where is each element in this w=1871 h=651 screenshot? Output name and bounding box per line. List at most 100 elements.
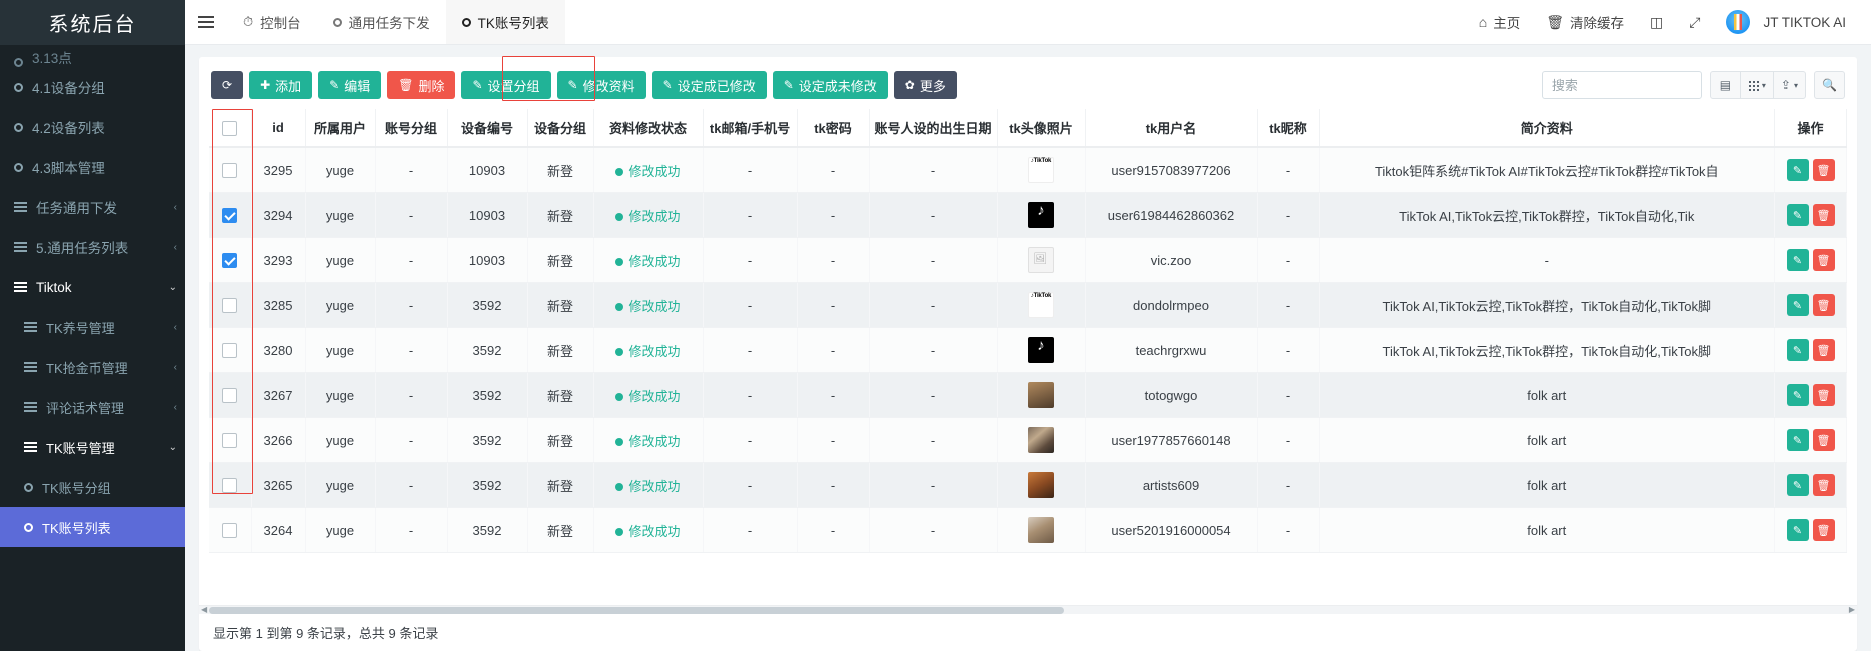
toolbar-button-0[interactable]: ✚ 添加 bbox=[249, 71, 313, 99]
row-edit-button[interactable]: ✎ bbox=[1786, 204, 1809, 226]
row-delete-button[interactable]: 🗑 bbox=[1812, 429, 1835, 451]
row-delete-button[interactable]: 🗑 bbox=[1812, 474, 1835, 496]
cell-device-group: 新登 bbox=[527, 372, 594, 418]
table-row[interactable]: 3293yuge-10903新登修改成功---vic.zoo--✎🗑 bbox=[209, 237, 1847, 283]
sidebar-item-10[interactable]: TK账号管理 ⌄ bbox=[0, 427, 185, 467]
select-all-header[interactable] bbox=[209, 109, 252, 148]
row-edit-button[interactable]: ✎ bbox=[1786, 519, 1809, 541]
row-select-cell[interactable] bbox=[209, 462, 252, 508]
sidebar-item-4[interactable]: 任务通用下发 ‹ bbox=[0, 187, 185, 227]
sidebar-item-label: TK账号分组 bbox=[42, 480, 111, 496]
sidebar-item-11[interactable]: TK账号分组 bbox=[0, 467, 185, 507]
tab-2[interactable]: TK账号列表 bbox=[445, 0, 565, 44]
row-delete-button[interactable]: 🗑 bbox=[1812, 339, 1835, 361]
row-select-cell[interactable] bbox=[209, 147, 252, 193]
table-row[interactable]: 3285 yuge -3592 新登 修改成功 - - - ♪TikTok dondolrmpeo… bbox=[209, 282, 1847, 328]
row-delete-button[interactable]: 🗑 bbox=[1812, 159, 1835, 181]
row-checkbox[interactable] bbox=[222, 523, 238, 539]
tk-avatar-image: ♪ bbox=[1028, 202, 1054, 228]
row-delete-button[interactable]: 🗑 bbox=[1812, 519, 1835, 541]
row-select-cell[interactable] bbox=[209, 237, 252, 283]
search-icon[interactable]: 🔍 bbox=[1814, 71, 1845, 99]
cell-bio: folk art bbox=[1319, 462, 1775, 508]
row-delete-button[interactable]: 🗑 bbox=[1812, 294, 1835, 316]
row-select-cell[interactable] bbox=[209, 507, 252, 553]
table-row[interactable]: 3294 yuge -10903 新登 修改成功 - - - ♪ user619844628603… bbox=[209, 192, 1847, 238]
table-view-options: ▤ ▾ ⇪ ▾ bbox=[1709, 71, 1806, 99]
row-checkbox[interactable] bbox=[222, 208, 238, 224]
sidebar-item-7[interactable]: TK养号管理 ‹ bbox=[0, 307, 185, 347]
sidebar-item-0[interactable]: 3.13点 bbox=[0, 45, 185, 67]
toolbar-button-5[interactable]: ✎ 设定成已修改 bbox=[651, 71, 767, 99]
toolbar-button-1[interactable]: ✎ 编辑 bbox=[318, 71, 382, 99]
table-row[interactable]: 3264 yuge -3592 新登 修改成功 - - - user5201916000054-… bbox=[209, 507, 1847, 553]
fullscreen-button[interactable]: ⤢ bbox=[1676, 0, 1713, 45]
row-checkbox[interactable] bbox=[222, 343, 238, 359]
row-delete-button[interactable]: 🗑 bbox=[1812, 249, 1835, 271]
toolbar-button-6[interactable]: ✎ 设定成未修改 bbox=[772, 71, 888, 99]
row-edit-button[interactable]: ✎ bbox=[1786, 429, 1809, 451]
cell-status: 修改成功 bbox=[593, 462, 704, 508]
row-select-cell[interactable] bbox=[209, 417, 252, 463]
row-checkbox[interactable] bbox=[222, 388, 238, 404]
row-edit-button[interactable]: ✎ bbox=[1786, 384, 1809, 406]
row-select-cell[interactable] bbox=[209, 327, 252, 373]
row-delete-button[interactable]: 🗑 bbox=[1812, 384, 1835, 406]
trash-button[interactable]: 🗑 清除缓存 bbox=[1533, 0, 1637, 45]
row-select-cell[interactable] bbox=[209, 372, 252, 418]
scrollbar-thumb[interactable] bbox=[209, 607, 1064, 614]
tab-0[interactable]: ⏱ 控制台 bbox=[227, 0, 317, 44]
scroll-left-icon[interactable]: ◀ bbox=[201, 605, 207, 614]
sidebar-item-12[interactable]: TK账号列表 bbox=[0, 507, 185, 547]
row-edit-button[interactable]: ✎ bbox=[1786, 339, 1809, 361]
dashboard-icon: ⏱ bbox=[243, 14, 254, 29]
toolbar-button-2[interactable]: 🗑 删除 bbox=[387, 71, 456, 99]
columns-icon[interactable]: ▤ bbox=[1709, 71, 1741, 99]
sidebar-item-5[interactable]: 5.通用任务列表 ‹ bbox=[0, 227, 185, 267]
status-dot-icon bbox=[615, 213, 624, 222]
export-icon[interactable]: ⇪ ▾ bbox=[1772, 71, 1806, 99]
scroll-right-icon[interactable]: ▶ bbox=[1849, 605, 1855, 614]
row-checkbox[interactable] bbox=[222, 163, 238, 179]
row-checkbox[interactable] bbox=[222, 298, 238, 314]
sidebar-item-9[interactable]: 评论话术管理 ‹ bbox=[0, 387, 185, 427]
row-edit-button[interactable]: ✎ bbox=[1786, 159, 1809, 181]
horizontal-scrollbar[interactable]: ◀ ▶ bbox=[199, 605, 1857, 614]
row-edit-button[interactable]: ✎ bbox=[1786, 294, 1809, 316]
cell-user: yuge bbox=[305, 192, 376, 238]
tab-1[interactable]: 通用任务下发 bbox=[317, 0, 446, 44]
row-edit-button[interactable]: ✎ bbox=[1786, 474, 1809, 496]
pencil-icon: ✎ bbox=[329, 78, 340, 92]
row-checkbox[interactable] bbox=[222, 253, 238, 269]
row-select-cell[interactable] bbox=[209, 192, 252, 238]
row-select-cell[interactable] bbox=[209, 282, 252, 328]
cell-bio: TikTok AI,TikTok云控,TikTok群控，TikTok自动化,Ti… bbox=[1319, 192, 1775, 238]
cell-email: - bbox=[703, 372, 798, 418]
search-input[interactable] bbox=[1541, 71, 1702, 99]
sidebar-item-2[interactable]: 4.2设备列表 bbox=[0, 107, 185, 147]
sidebar-item-8[interactable]: TK抢金币管理 ‹ bbox=[0, 347, 185, 387]
table-row[interactable]: 3267 yuge -3592 新登 修改成功 - - - totogwgo - folk art ✎… bbox=[209, 372, 1847, 418]
row-delete-button[interactable]: 🗑 bbox=[1812, 204, 1835, 226]
sidebar-item-3[interactable]: 4.3脚本管理 bbox=[0, 147, 185, 187]
row-checkbox[interactable] bbox=[222, 478, 238, 494]
refresh-button[interactable]: ⟳ bbox=[211, 71, 244, 99]
sidebar-item-1[interactable]: 4.1设备分组 bbox=[0, 67, 185, 107]
row-checkbox[interactable] bbox=[222, 433, 238, 449]
row-edit-button[interactable]: ✎ bbox=[1786, 249, 1809, 271]
table-row[interactable]: 3266 yuge -3592 新登 修改成功 - - - user1977857660148-… bbox=[209, 417, 1847, 463]
user-menu[interactable]: JT TIKTOK AI bbox=[1713, 0, 1859, 45]
table-row[interactable]: 3295 yuge -10903 新登 修改成功 - - - ♪TikTok user915708… bbox=[209, 147, 1847, 193]
sidebar-item-6[interactable]: Tiktok ⌄ bbox=[0, 267, 185, 307]
table-row[interactable]: 3280 yuge -3592 新登 修改成功 - - - ♪ teachrgrxwu - TikTo… bbox=[209, 327, 1847, 373]
table-row[interactable]: 3265 yuge -3592 新登 修改成功 - - - artists609- folk ar… bbox=[209, 462, 1847, 508]
toolbar-button-7[interactable]: ✿ 更多 bbox=[893, 71, 957, 99]
hamburger-icon[interactable] bbox=[185, 0, 227, 44]
home-button[interactable]: ⌂ 主页 bbox=[1466, 0, 1533, 45]
select-all-checkbox[interactable] bbox=[222, 120, 238, 136]
toolbar-button-4[interactable]: ✎ 修改资料 bbox=[556, 71, 646, 99]
grid-icon[interactable]: ▾ bbox=[1739, 71, 1774, 99]
toolbar-button-3[interactable]: ✎ 设置分组 bbox=[461, 71, 551, 99]
cell-password: - bbox=[797, 192, 870, 238]
theme-button[interactable]: ◫ bbox=[1637, 0, 1676, 45]
